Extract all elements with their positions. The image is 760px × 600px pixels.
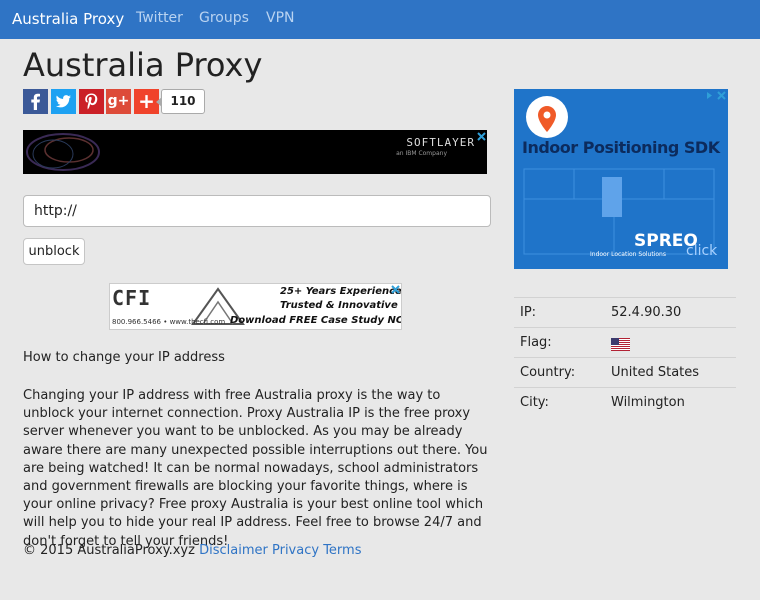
- twitter-share-button[interactable]: [51, 89, 76, 114]
- facebook-share-button[interactable]: [23, 89, 48, 114]
- ip-info-row: City: Wilmington: [514, 387, 736, 417]
- ip-info-row: Flag:: [514, 327, 736, 357]
- location-pin-icon: [538, 106, 556, 132]
- ad-graphic: [26, 133, 100, 171]
- copyright-text: © 2015 AustraliaProxy.xyz: [23, 543, 195, 558]
- cfi-ad-banner[interactable]: CFI 25+ Years Experience Trusted & Innov…: [109, 283, 402, 330]
- cfi-logo: CFI: [112, 286, 152, 310]
- softlayer-tagline: an IBM Company: [396, 150, 447, 157]
- share-count-badge: 110: [156, 89, 205, 114]
- pinterest-icon: [85, 93, 98, 110]
- ip-info-row: IP: 52.4.90.30: [514, 297, 736, 327]
- ad-click-label: click: [686, 243, 718, 259]
- footer: © 2015 AustraliaProxy.xyz Disclaimer Pri…: [23, 543, 362, 558]
- ip-value: 52.4.90.30: [611, 305, 682, 320]
- cfi-ad-contact: 800.966.5466 • www.thecfi.com: [112, 318, 226, 326]
- nav-link-vpn[interactable]: VPN: [266, 10, 295, 26]
- nav-link-twitter[interactable]: Twitter: [136, 10, 183, 26]
- navbar: Australia Proxy Twitter Groups VPN: [0, 0, 760, 39]
- url-input[interactable]: [23, 195, 491, 227]
- flag-label: Flag:: [520, 335, 552, 350]
- ad-choices-icon[interactable]: [390, 284, 401, 295]
- cfi-ad-line-3: Download FREE Case Study NOW!: [230, 315, 402, 326]
- city-label: City:: [520, 395, 549, 410]
- description-paragraph: Changing your IP address with free Austr…: [23, 388, 488, 549]
- ad-subtitle: Indoor Location Solutions: [590, 251, 666, 258]
- brand-link[interactable]: Australia Proxy: [12, 10, 124, 28]
- page-title: Australia Proxy: [23, 46, 263, 84]
- google-plus-icon: g+: [107, 93, 130, 109]
- country-value: United States: [611, 365, 700, 380]
- cfi-ad-line-1: 25+ Years Experience: [280, 286, 402, 297]
- twitter-icon: [55, 95, 71, 108]
- terms-link[interactable]: Terms: [323, 543, 361, 558]
- softlayer-ad-banner[interactable]: SOFTLAYER an IBM Company: [23, 130, 487, 174]
- cfi-ad-line-2: Trusted & Innovative: [280, 300, 398, 311]
- country-label: Country:: [520, 365, 576, 380]
- ad-headline: Indoor Positioning SDK: [522, 138, 720, 157]
- facebook-icon: [31, 93, 40, 110]
- softlayer-logo: SOFTLAYER: [406, 136, 475, 149]
- city-value: Wilmington: [611, 395, 685, 410]
- privacy-link[interactable]: Privacy: [272, 543, 319, 558]
- ad-choices-icon[interactable]: [705, 90, 727, 101]
- ip-info-row: Country: United States: [514, 357, 736, 387]
- unblock-button[interactable]: unblock: [23, 238, 85, 265]
- ad-choices-icon[interactable]: [476, 131, 487, 142]
- ip-label: IP:: [520, 305, 537, 320]
- nav-link-groups[interactable]: Groups: [199, 10, 249, 26]
- pinterest-share-button[interactable]: [79, 89, 104, 114]
- us-flag-icon: [611, 338, 630, 351]
- indoor-positioning-ad[interactable]: Indoor Positioning SDK SPREO click Indoo…: [514, 89, 728, 269]
- google-plus-share-button[interactable]: g+: [106, 89, 131, 114]
- add-share-icon: +: [138, 89, 155, 113]
- disclaimer-link[interactable]: Disclaimer: [199, 543, 268, 558]
- how-to-heading: How to change your IP address: [23, 350, 225, 365]
